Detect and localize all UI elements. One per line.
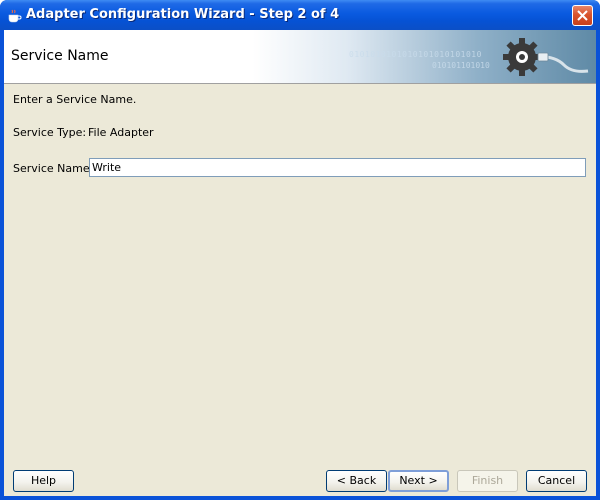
form-area: Enter a Service Name. Service Type: File…	[4, 84, 596, 454]
close-icon	[577, 10, 588, 21]
close-button[interactable]	[572, 5, 593, 26]
help-button[interactable]: Help	[13, 470, 74, 492]
wizard-window: Adapter Configuration Wizard - Step 2 of…	[0, 0, 600, 500]
title-bar[interactable]: Adapter Configuration Wizard - Step 2 of…	[0, 0, 600, 30]
binary-decoration-2: 010101101010	[432, 61, 490, 70]
header-banner: Service Name 0101010101010101010101010 0…	[4, 30, 596, 84]
page-title: Service Name	[11, 48, 109, 64]
binary-decoration: 0101010101010101010101010	[349, 50, 482, 59]
instruction-text: Enter a Service Name.	[13, 93, 137, 106]
service-type-value: File Adapter	[88, 126, 154, 139]
dialog-client-area: Service Name 0101010101010101010101010 0…	[4, 30, 596, 496]
cancel-button[interactable]: Cancel	[526, 470, 587, 492]
back-button[interactable]: < Back	[326, 470, 387, 492]
coffee-cup-icon	[6, 8, 22, 24]
service-name-input[interactable]	[89, 158, 586, 177]
next-button[interactable]: Next >	[388, 470, 449, 492]
service-type-label: Service Type:	[13, 126, 87, 139]
service-name-label: Service Name:	[13, 162, 94, 175]
window-title: Adapter Configuration Wizard - Step 2 of…	[26, 7, 340, 22]
finish-button: Finish	[457, 470, 518, 492]
gear-plug-icon	[503, 38, 589, 76]
